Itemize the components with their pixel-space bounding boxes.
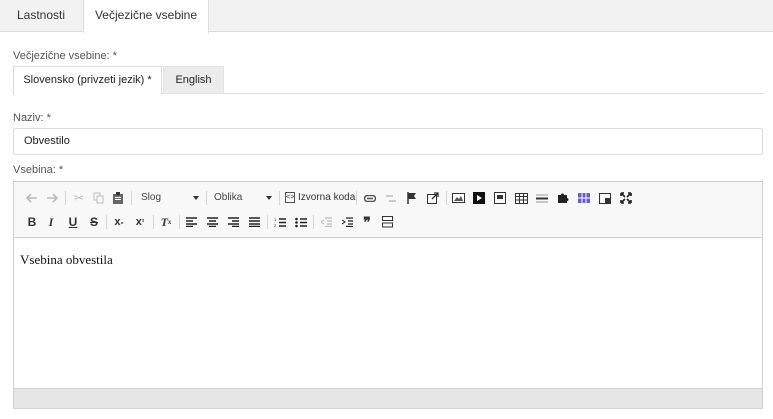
chevron-down-icon	[266, 196, 272, 200]
create-div-icon[interactable]	[377, 211, 397, 233]
source-button-label: Izvorna koda	[298, 192, 356, 203]
numbered-list-icon[interactable]: 12	[270, 211, 290, 233]
puzzle-plugin-icon[interactable]	[553, 187, 573, 209]
italic-icon[interactable]: I	[41, 211, 61, 233]
top-tab-bar: Lastnosti Večjezične vsebine	[0, 0, 773, 33]
content-label: Vsebina: *	[13, 164, 64, 176]
format-combo[interactable]: Oblika	[210, 188, 274, 208]
cut-icon[interactable]: ✂	[69, 187, 89, 209]
paste-icon[interactable]	[108, 187, 128, 209]
bullet-list-icon[interactable]	[291, 211, 311, 233]
image-icon[interactable]	[448, 187, 468, 209]
align-center-icon[interactable]	[202, 211, 222, 233]
editor-toolbar: ✂ Slog Oblika <> Izvorna koda B I U S x …	[14, 182, 762, 238]
align-left-icon[interactable]	[181, 211, 201, 233]
video-icon[interactable]	[469, 187, 489, 209]
show-blocks-icon[interactable]	[595, 187, 615, 209]
maximize-icon[interactable]	[616, 187, 636, 209]
editor-content-text: Vsebina obvestila	[20, 252, 113, 267]
align-right-icon[interactable]	[223, 211, 243, 233]
tab-lang-slovensko[interactable]: Slovensko (privzeti jezik) *	[13, 66, 162, 95]
undo-icon[interactable]	[22, 187, 42, 209]
editor-status-bar	[14, 388, 762, 408]
name-input[interactable]: Obvestilo	[13, 128, 763, 155]
tab-multilang-content[interactable]: Večjezične vsebine	[83, 0, 209, 33]
table-icon[interactable]	[511, 187, 531, 209]
align-justify-icon[interactable]	[244, 211, 264, 233]
external-link-icon[interactable]	[423, 187, 443, 209]
style-combo[interactable]: Slog	[137, 188, 201, 208]
remove-format-icon[interactable]: Tx	[156, 211, 176, 233]
anchor-flag-icon[interactable]	[402, 187, 422, 209]
superscript-icon[interactable]: x²	[130, 211, 150, 233]
strikethrough-icon[interactable]: S	[84, 211, 104, 233]
style-combo-label: Slog	[141, 192, 162, 203]
svg-text:2: 2	[274, 223, 277, 228]
redo-icon[interactable]	[42, 187, 62, 209]
svg-text:1: 1	[274, 217, 277, 222]
source-button[interactable]: <> Izvorna koda	[283, 187, 355, 209]
multilang-label: Večjezične vsebine: *	[13, 50, 117, 62]
iframe-icon[interactable]	[490, 187, 510, 209]
outdent-icon[interactable]	[316, 211, 336, 233]
blockquote-icon[interactable]: ❞	[357, 211, 377, 233]
tab-lastnosti[interactable]: Lastnosti	[0, 0, 82, 32]
link-icon[interactable]	[360, 187, 380, 209]
special-char-grid-icon[interactable]	[574, 187, 594, 209]
rich-text-editor: ✂ Slog Oblika <> Izvorna koda B I U S x …	[13, 181, 763, 409]
name-label: Naziv: *	[13, 112, 51, 124]
source-code-icon: <>	[285, 191, 295, 203]
bold-icon[interactable]: B	[22, 211, 42, 233]
tab-lang-english[interactable]: English	[163, 66, 224, 94]
copy-icon[interactable]	[88, 187, 108, 209]
chevron-down-icon	[193, 196, 199, 200]
horizontal-rule-icon[interactable]	[532, 187, 552, 209]
language-tab-bar: Slovensko (privzeti jezik) * English	[13, 66, 763, 95]
format-combo-label: Oblika	[214, 192, 243, 203]
underline-icon[interactable]: U	[63, 211, 83, 233]
indent-icon[interactable]	[337, 211, 357, 233]
subscript-icon[interactable]: x₂	[109, 211, 129, 233]
editor-content-area[interactable]: Vsebina obvestila	[14, 239, 762, 389]
unlink-icon[interactable]	[381, 187, 401, 209]
